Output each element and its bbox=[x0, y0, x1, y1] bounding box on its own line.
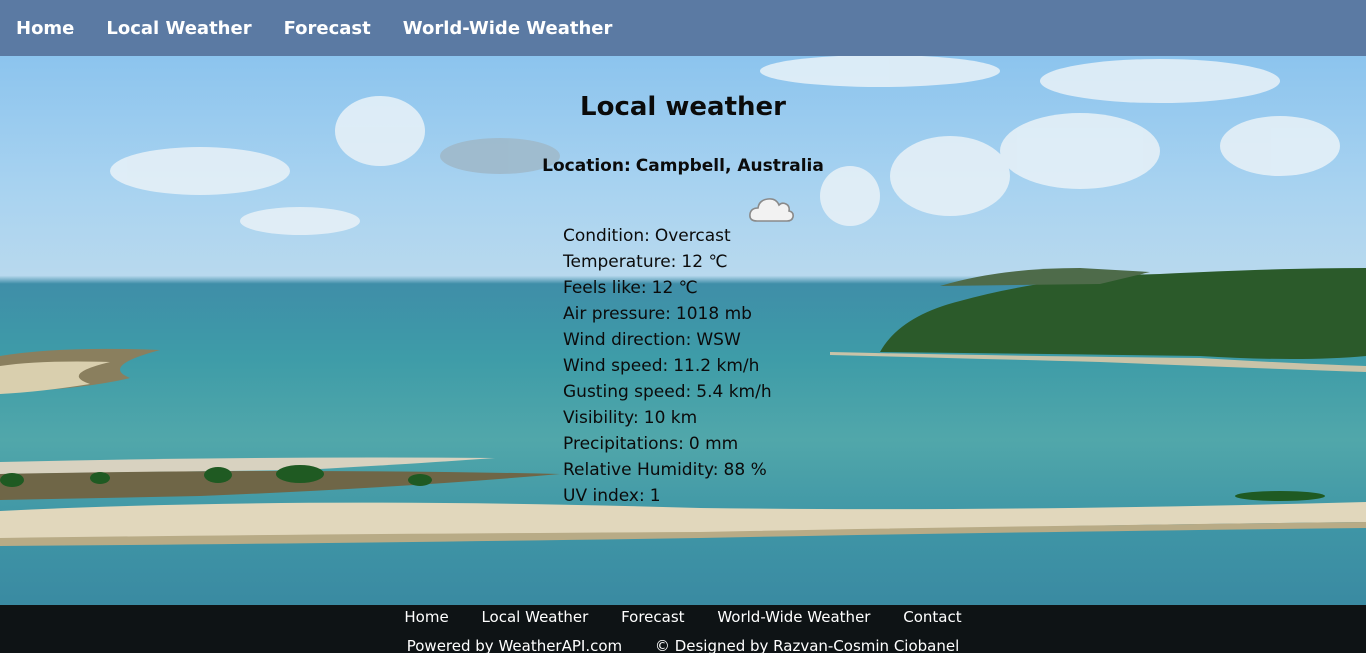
footer: Home Local Weather Forecast World-Wide W… bbox=[0, 605, 1366, 655]
footer-world-wide-weather-link[interactable]: World-Wide Weather bbox=[717, 608, 870, 626]
main-content: Local weather Location: Campbell, Austral… bbox=[0, 56, 1366, 605]
detail-wind-direction: Wind direction: WSW bbox=[563, 330, 741, 350]
detail-air-pressure: Air pressure: 1018 mb bbox=[563, 304, 752, 324]
footer-credits: Powered by WeatherAPI.com © Designed by … bbox=[0, 637, 1366, 655]
nav-home-link[interactable]: Home bbox=[16, 18, 74, 39]
footer-nav: Home Local Weather Forecast World-Wide W… bbox=[0, 608, 1366, 626]
cloud-icon bbox=[749, 198, 794, 222]
page-title: Local weather bbox=[580, 92, 786, 122]
detail-feels-like: Feels like: 12 ℃ bbox=[563, 278, 698, 298]
footer-contact-link[interactable]: Contact bbox=[903, 608, 961, 626]
designed-by-text: © Designed by Razvan-Cosmin Ciobanel bbox=[654, 637, 960, 655]
location-value: Campbell, Australia bbox=[635, 156, 824, 176]
detail-wind-speed: Wind speed: 11.2 km/h bbox=[563, 356, 760, 376]
powered-by-text: Powered by WeatherAPI.com bbox=[406, 637, 623, 655]
detail-relative-humidity: Relative Humidity: 88 % bbox=[563, 460, 767, 480]
footer-forecast-link[interactable]: Forecast bbox=[621, 608, 684, 626]
footer-home-link[interactable]: Home bbox=[404, 608, 448, 626]
detail-temperature: Temperature: 12 ℃ bbox=[563, 252, 728, 272]
detail-gusting-speed: Gusting speed: 5.4 km/h bbox=[563, 382, 772, 402]
nav-local-weather-link[interactable]: Local Weather bbox=[106, 18, 251, 39]
location-line: Location: Campbell, Australia bbox=[0, 156, 1366, 176]
detail-precipitations: Precipitations: 0 mm bbox=[563, 434, 739, 454]
detail-condition: Condition: Overcast bbox=[563, 226, 731, 246]
detail-uv-index: UV index: 1 bbox=[563, 486, 661, 506]
weather-details-list: Condition: Overcast Temperature: 12 ℃ Feel… bbox=[563, 223, 772, 509]
location-label: Location: bbox=[542, 156, 631, 176]
top-navbar: Home Local Weather Forecast World-Wide W… bbox=[0, 0, 1366, 56]
nav-forecast-link[interactable]: Forecast bbox=[284, 18, 371, 39]
detail-visibility: Visibility: 10 km bbox=[563, 408, 698, 428]
nav-world-wide-weather-link[interactable]: World-Wide Weather bbox=[403, 18, 613, 39]
footer-local-weather-link[interactable]: Local Weather bbox=[481, 608, 588, 626]
